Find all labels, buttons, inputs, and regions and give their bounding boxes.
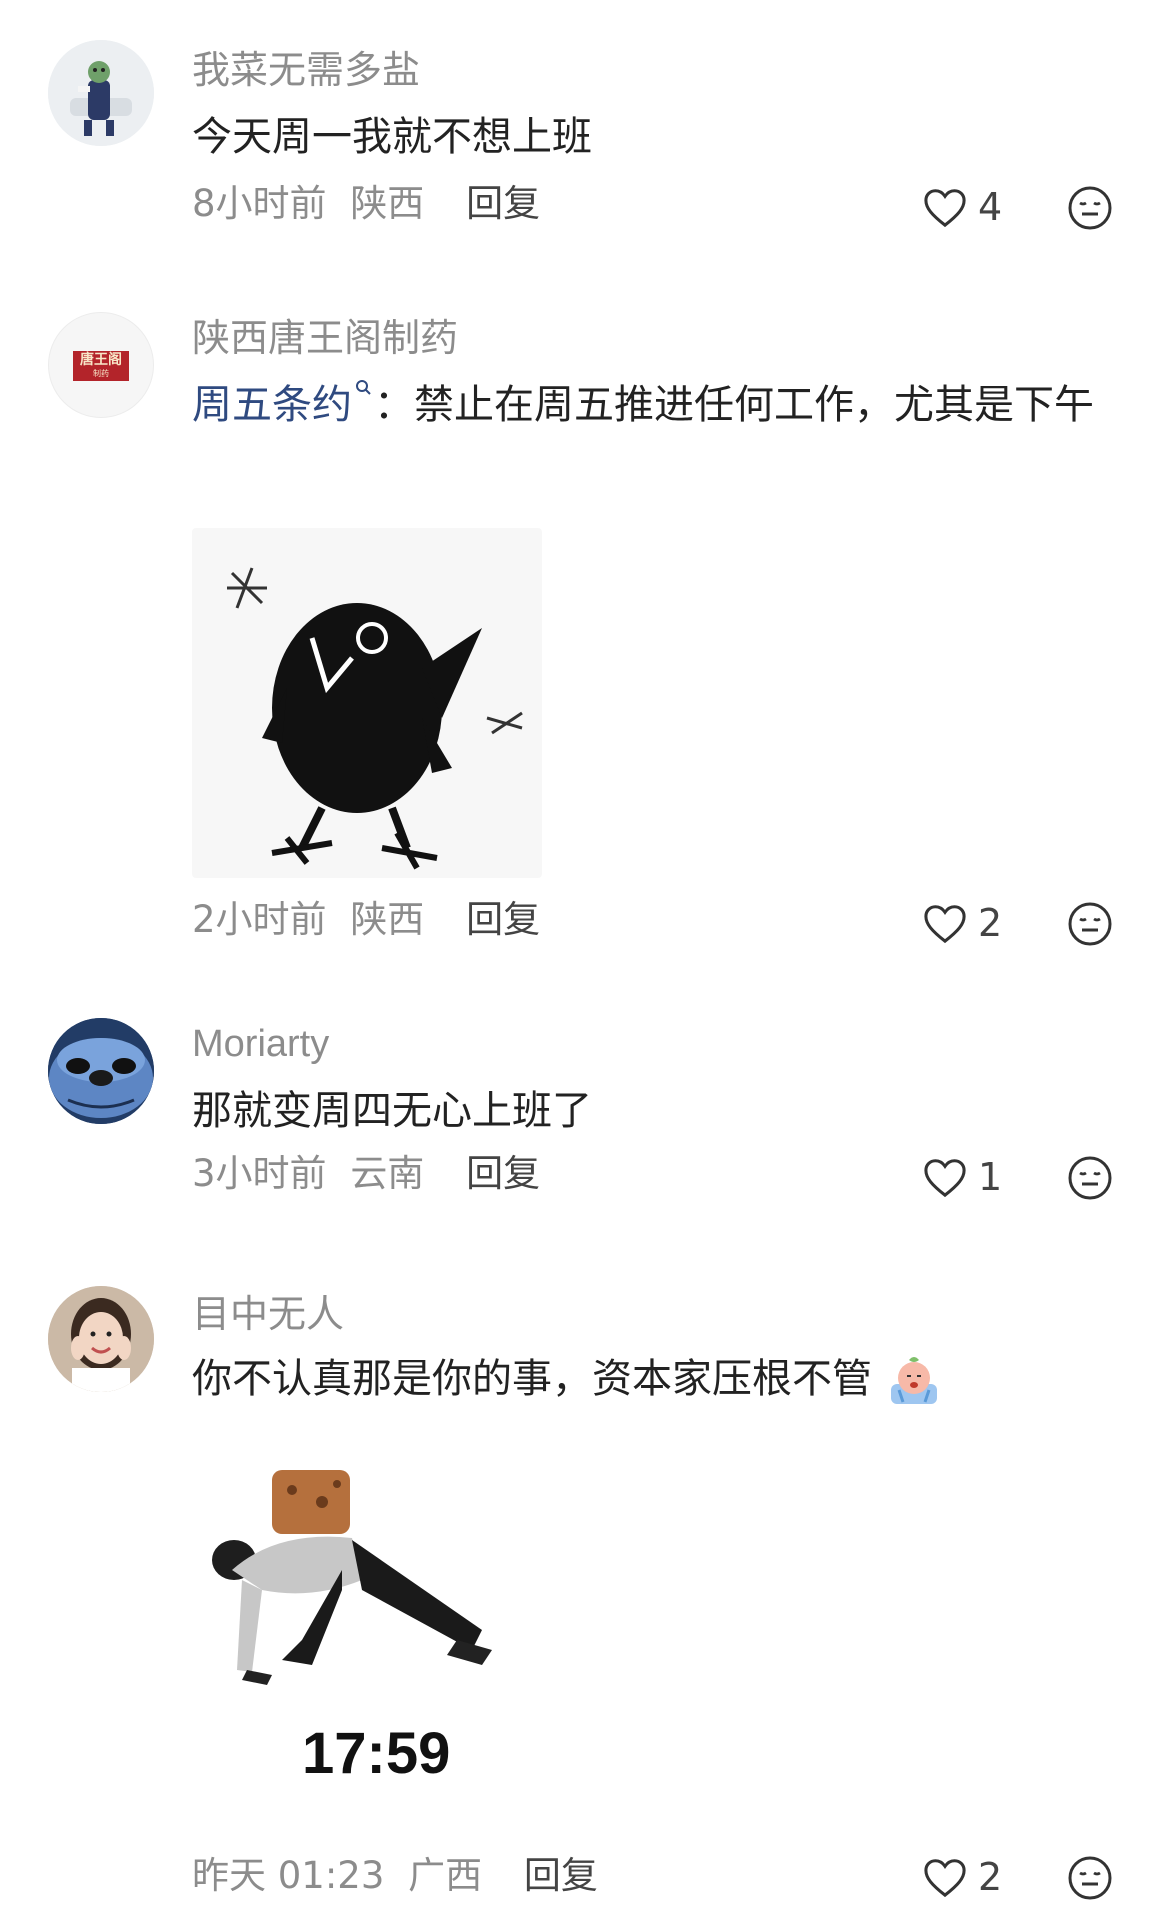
brand-logo: 唐王阁 制药 [73, 351, 129, 381]
like-button[interactable]: 2 [922, 898, 1002, 948]
heart-outline-icon [924, 1859, 966, 1898]
crow-sticker[interactable] [192, 528, 542, 878]
like-button[interactable]: 1 [922, 1152, 1002, 1202]
like-count: 4 [978, 185, 1003, 229]
reply-button[interactable]: 回复 [466, 898, 540, 941]
avatar[interactable]: 唐王阁 制药 [48, 312, 154, 418]
comment-meta: 8小时前 陕西 回复 [192, 182, 540, 226]
neutral-face-icon[interactable] [1066, 1154, 1114, 1202]
location: 陕西 [350, 898, 425, 941]
like-button[interactable]: 4 [922, 182, 1002, 232]
username[interactable]: 目中无人 [192, 1292, 344, 1336]
mention-link[interactable]: 周五条约 [192, 380, 374, 428]
crying-emoji-icon [890, 1357, 937, 1404]
avatar[interactable] [48, 1018, 154, 1124]
location: 云南 [350, 1152, 425, 1195]
neutral-face-icon[interactable] [1066, 900, 1114, 948]
like-count: 2 [978, 901, 1003, 945]
search-icon [356, 380, 371, 395]
avatar[interactable] [48, 1286, 154, 1392]
comment-text: 今天周一我就不想上班 [192, 104, 1112, 170]
like-count: 1 [978, 1155, 1003, 1199]
timestamp: 2小时前 [192, 898, 327, 941]
comment-text: 那就变周四无心上班了 [192, 1078, 1112, 1144]
comment-meta: 3小时前 云南 回复 [192, 1152, 540, 1196]
comment-body: ：禁止在周五推进任何工作，尤其是下午 [374, 382, 1094, 428]
avatar[interactable] [48, 40, 154, 146]
timestamp: 8小时前 [192, 182, 327, 225]
like-count: 2 [978, 1855, 1003, 1899]
runner-sticker[interactable]: 17:59 [192, 1460, 562, 1790]
comment-body: 那就变周四无心上班了 [192, 1088, 592, 1134]
neutral-face-icon[interactable] [1066, 184, 1114, 232]
reply-button[interactable]: 回复 [466, 1152, 540, 1195]
heart-outline-icon [924, 189, 966, 228]
comment-meta: 2小时前 陕西 回复 [192, 898, 540, 942]
comment-body: 今天周一我就不想上班 [192, 114, 592, 160]
comment-body: 你不认真那是你的事，资本家压根不管 [192, 1356, 872, 1402]
username[interactable]: 我菜无需多盐 [192, 48, 420, 92]
reply-button[interactable]: 回复 [524, 1854, 598, 1897]
reply-button[interactable]: 回复 [466, 182, 540, 225]
username[interactable]: Moriarty [192, 1022, 329, 1066]
timestamp: 昨天 01:23 [192, 1854, 385, 1897]
heart-outline-icon [924, 1159, 966, 1198]
comment-text: 周五条约 ：禁止在周五推进任何工作，尤其是下午 [192, 372, 1112, 438]
like-button[interactable]: 2 [922, 1852, 1002, 1902]
username[interactable]: 陕西唐王阁制药 [192, 316, 458, 360]
neutral-face-icon[interactable] [1066, 1854, 1114, 1902]
location: 广西 [408, 1854, 483, 1897]
location: 陕西 [350, 182, 425, 225]
comment-text: 你不认真那是你的事，资本家压根不管 [192, 1346, 1112, 1412]
sticker-caption: 17:59 [302, 1721, 451, 1786]
comment-meta: 昨天 01:23 广西 回复 [192, 1854, 598, 1898]
heart-outline-icon [924, 905, 966, 944]
timestamp: 3小时前 [192, 1152, 327, 1195]
